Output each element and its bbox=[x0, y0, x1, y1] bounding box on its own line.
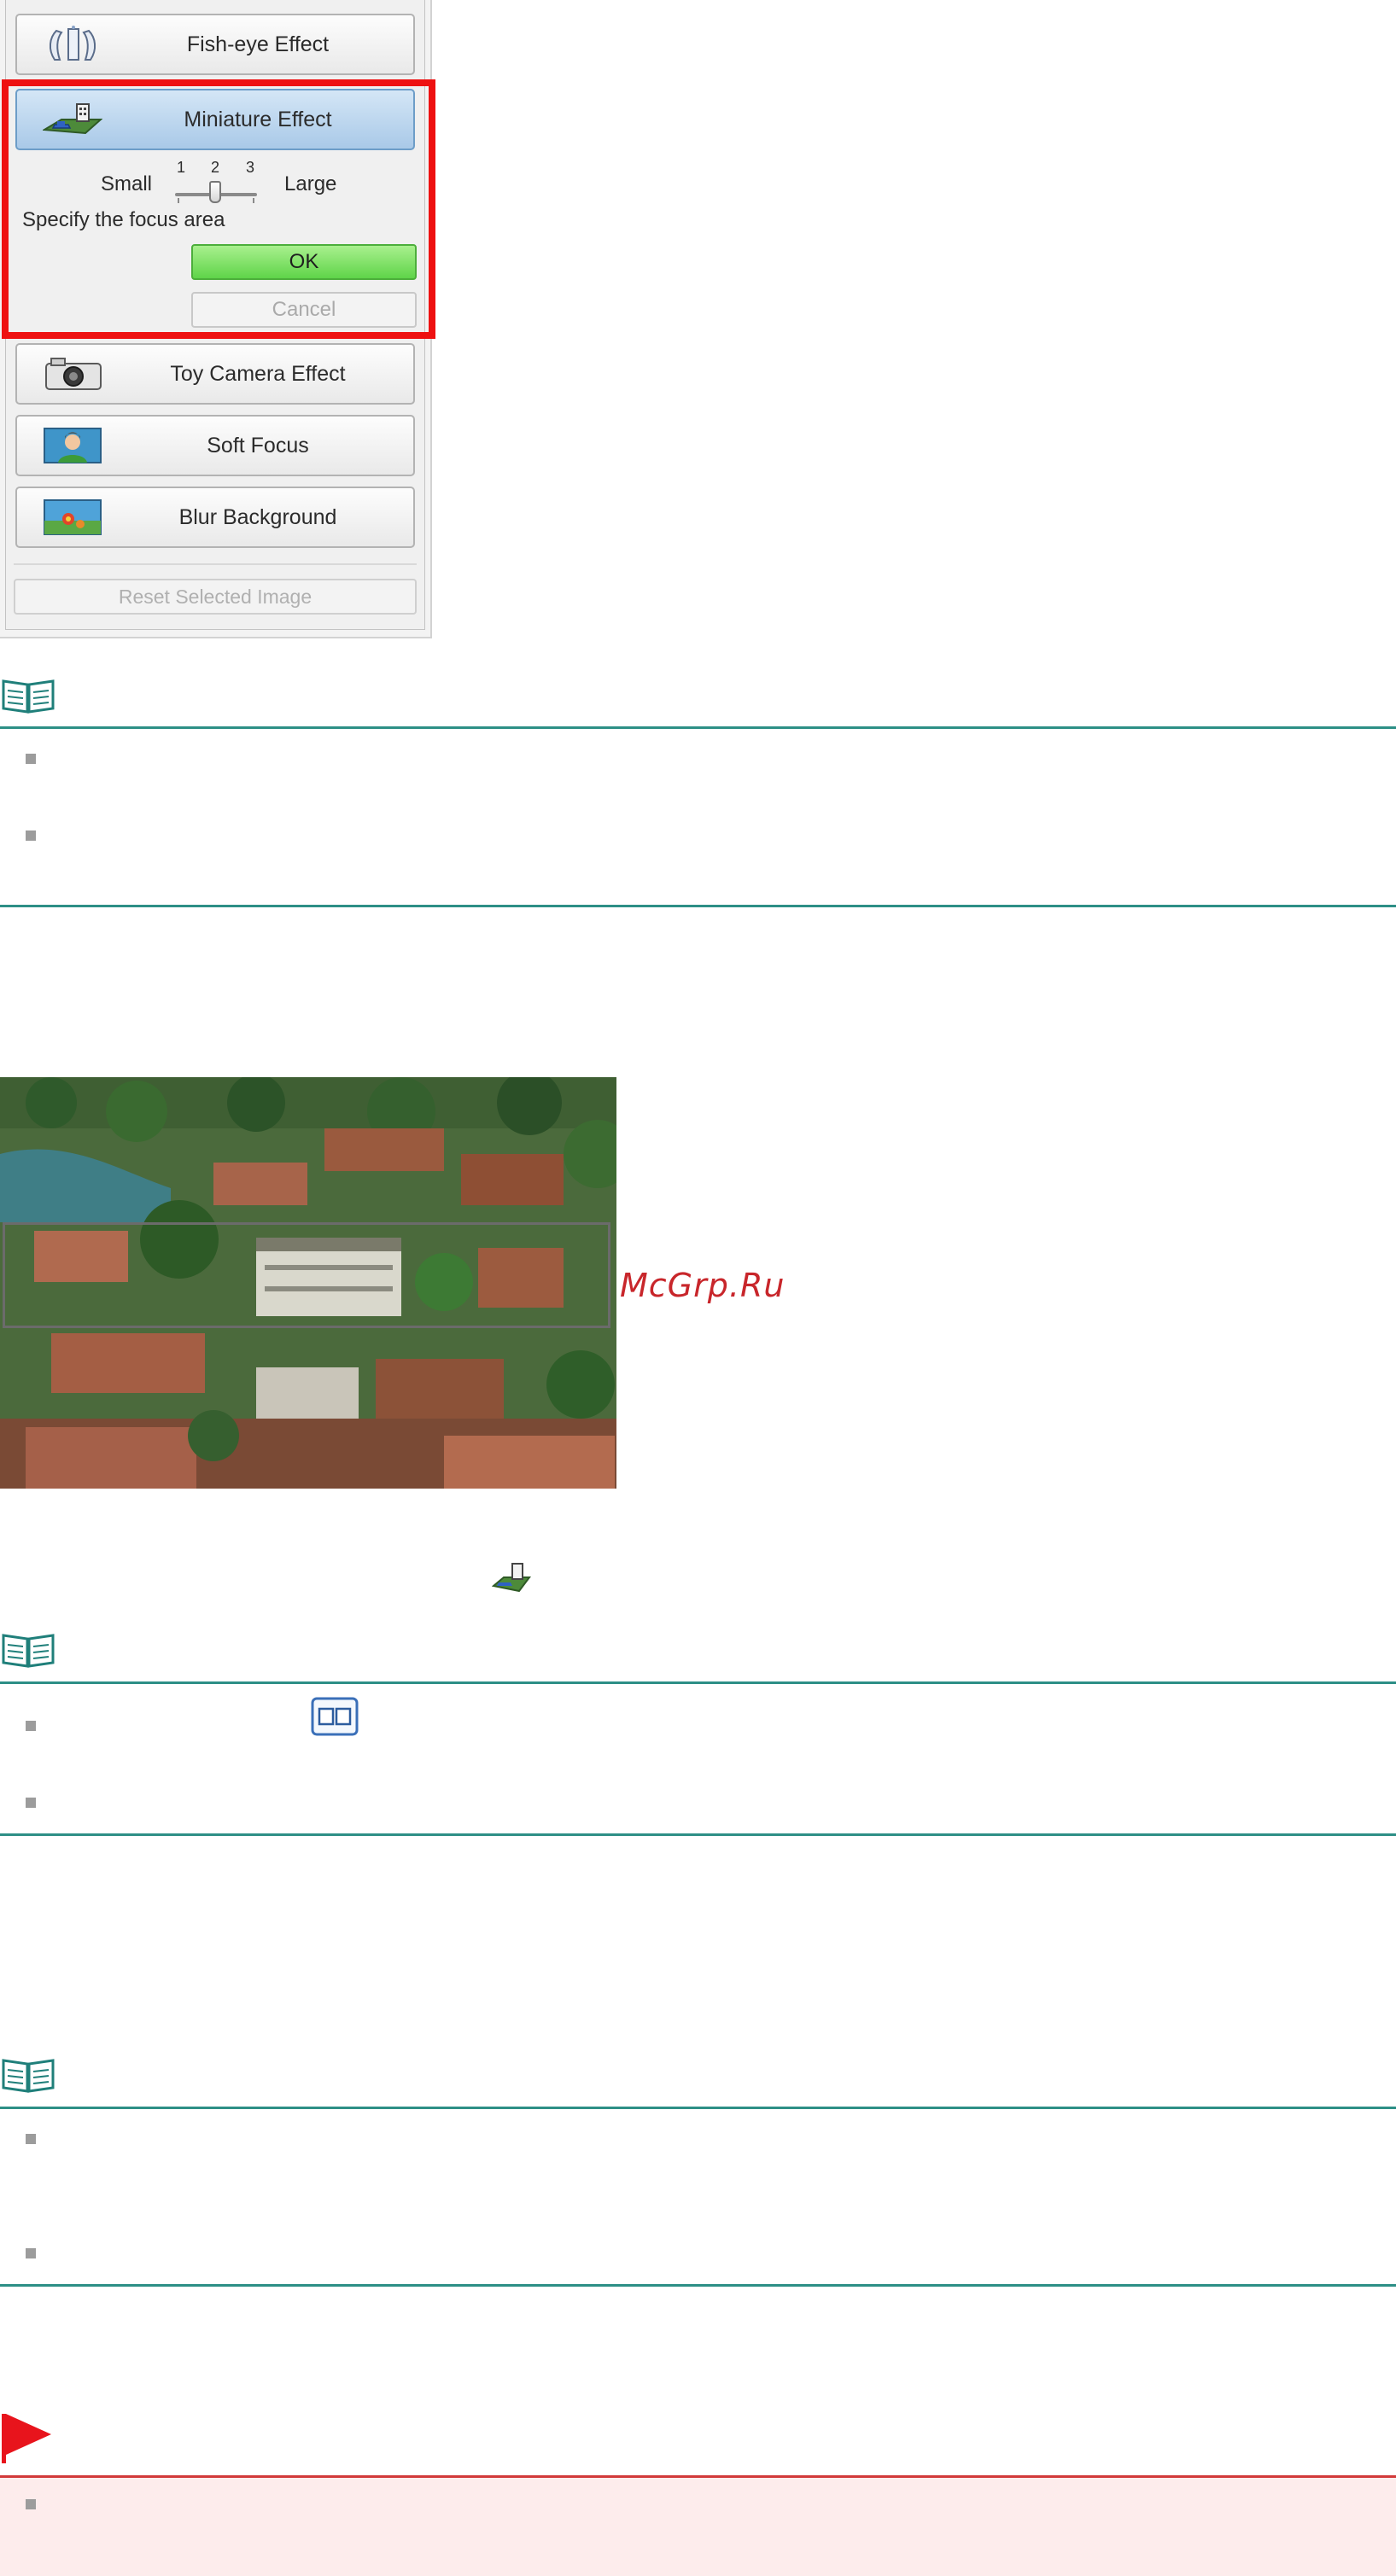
note-bullet bbox=[26, 1798, 36, 1808]
note-rule-bottom bbox=[0, 2284, 1396, 2287]
note-bullet bbox=[26, 2248, 36, 2258]
note-bullet bbox=[26, 754, 36, 764]
sample-photo bbox=[0, 1077, 616, 1489]
flower-landscape-icon bbox=[44, 499, 102, 535]
open-book-icon bbox=[2, 1634, 55, 1668]
toy-camera-effect-button[interactable]: Toy Camera Effect bbox=[15, 343, 415, 405]
camera-icon bbox=[45, 358, 102, 390]
portrait-icon bbox=[44, 428, 102, 463]
watermark-text: McGrp.Ru bbox=[620, 1267, 786, 1304]
red-flag-icon bbox=[2, 2414, 51, 2463]
highlight-frame bbox=[2, 79, 435, 339]
miniature-diorama-icon bbox=[492, 1563, 531, 1593]
note-rule-top bbox=[0, 1681, 1396, 1684]
note-bullet bbox=[26, 1721, 36, 1731]
fisheye-effect-button[interactable]: Fish-eye Effect bbox=[15, 14, 415, 75]
note-bullet bbox=[26, 830, 36, 841]
note-bullet bbox=[26, 2134, 36, 2144]
reset-selected-image-button[interactable]: Reset Selected Image bbox=[14, 579, 417, 615]
toy-camera-effect-label: Toy Camera Effect bbox=[170, 361, 346, 386]
fisheye-effect-label: Fish-eye Effect bbox=[186, 32, 330, 56]
blur-background-label: Blur Background bbox=[178, 504, 337, 529]
soft-focus-label: Soft Focus bbox=[207, 433, 309, 458]
blur-background-button[interactable]: Blur Background bbox=[15, 487, 415, 548]
fisheye-icon bbox=[50, 26, 96, 61]
note-rule-bottom bbox=[0, 1833, 1396, 1836]
note-rule-top bbox=[0, 2107, 1396, 2109]
focus-area-frame[interactable] bbox=[3, 1222, 610, 1328]
open-book-icon bbox=[2, 679, 55, 714]
compare-view-icon[interactable] bbox=[311, 1697, 359, 1736]
note-rule-top bbox=[0, 726, 1396, 729]
panel-separator bbox=[14, 563, 417, 565]
open-book-icon bbox=[2, 2059, 55, 2093]
note-rule-bottom bbox=[0, 905, 1396, 907]
caution-box bbox=[0, 2475, 1396, 2576]
soft-focus-button[interactable]: Soft Focus bbox=[15, 415, 415, 476]
caution-bullet bbox=[26, 2499, 36, 2509]
